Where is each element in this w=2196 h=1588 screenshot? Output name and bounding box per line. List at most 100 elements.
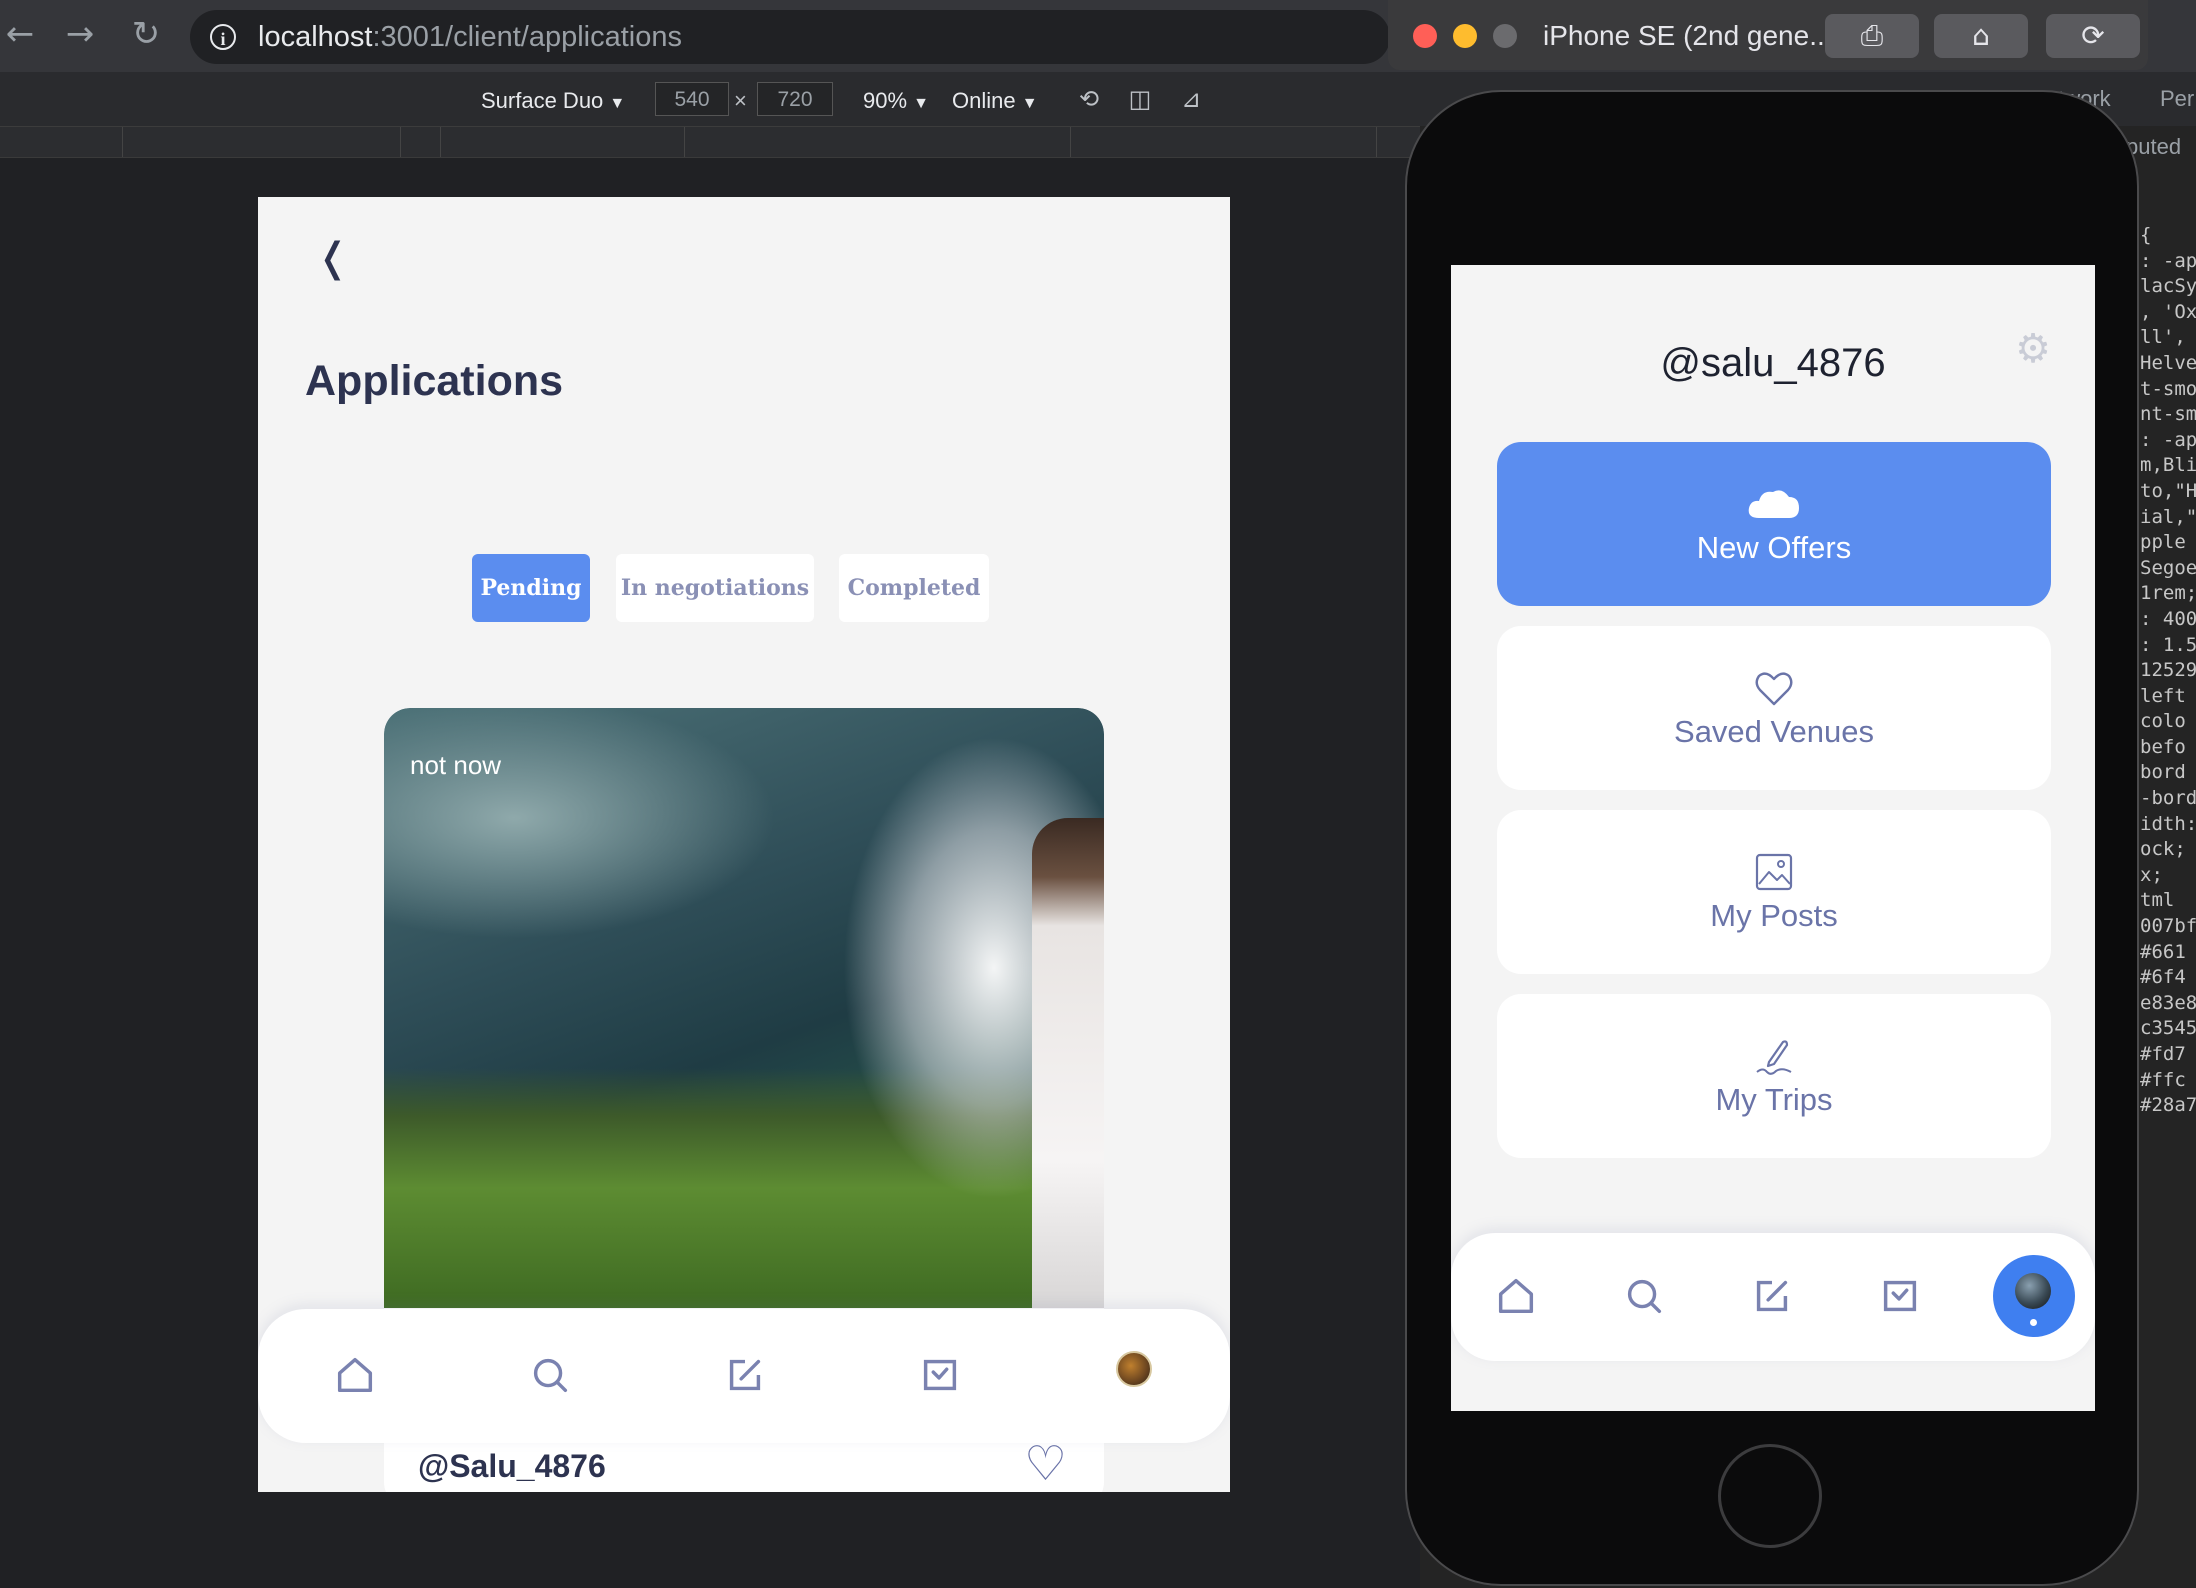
width-input[interactable]: 540: [655, 82, 729, 116]
code-line: ial,": [2140, 505, 2196, 528]
reload-icon[interactable]: ↻: [128, 16, 164, 52]
inbox-check-icon[interactable]: [1877, 1273, 1923, 1319]
code-line: ock;: [2140, 838, 2186, 861]
code-line: #28a7: [2140, 1094, 2196, 1117]
url-text[interactable]: localhost:3001/client/applications: [258, 21, 682, 54]
code-line: , 'Ox: [2140, 300, 2196, 323]
network-select[interactable]: Online ▼: [952, 88, 1038, 114]
bottom-nav: [1451, 1233, 2095, 1361]
chevron-down-icon: ▼: [1021, 95, 1038, 112]
menu-label: My Trips: [1715, 1082, 1833, 1117]
home-icon[interactable]: ⌂: [1934, 14, 2028, 58]
code-line: idth:: [2140, 812, 2196, 835]
code-line: : 1.5: [2140, 633, 2196, 656]
chevron-down-icon: ▼: [913, 95, 930, 112]
forward-arrow-icon[interactable]: →: [62, 16, 98, 52]
search-icon[interactable]: [527, 1352, 573, 1398]
edit-icon[interactable]: [722, 1352, 768, 1398]
menu-label: New Offers: [1696, 530, 1852, 565]
zoom-select-label: 90%: [863, 88, 908, 113]
url-host: localhost: [258, 21, 373, 53]
code-line: pple: [2140, 531, 2186, 554]
tab-completed[interactable]: Completed: [839, 554, 989, 622]
code-line: -bord: [2140, 787, 2196, 810]
dual-screen-icon[interactable]: ◫: [1125, 84, 1155, 114]
gear-icon[interactable]: ⚙: [2011, 327, 2055, 371]
card-image: [384, 708, 1104, 1308]
zoom-select[interactable]: 90% ▼: [863, 88, 929, 114]
heart-icon: [1755, 672, 1793, 706]
search-icon[interactable]: [1621, 1273, 1667, 1319]
home-icon[interactable]: [332, 1352, 378, 1398]
code-line: #661: [2140, 940, 2186, 963]
code-line: Segoe: [2140, 556, 2196, 579]
code-line: Helve: [2140, 351, 2196, 374]
screenshot-icon[interactable]: ⎙: [1825, 14, 1919, 58]
code-line: befo: [2140, 735, 2186, 758]
card-status-label: not now: [410, 750, 502, 780]
code-line: #ffc: [2140, 1068, 2186, 1091]
code-line: lacSy: [2140, 275, 2196, 298]
device-select[interactable]: Surface Duo ▼: [481, 88, 625, 114]
simulator-title: iPhone SE (2nd gene...: [1543, 20, 1833, 51]
ruler-tick: [122, 127, 123, 157]
height-input[interactable]: 720: [757, 82, 833, 116]
code-line: c3545: [2140, 1017, 2196, 1040]
zoom-window-button[interactable]: [1493, 24, 1517, 48]
active-indicator: [2030, 1319, 2037, 1326]
home-icon[interactable]: [1493, 1273, 1539, 1319]
code-line: m,Bli: [2140, 454, 2196, 477]
chevron-down-icon: ▼: [609, 95, 626, 112]
code-line: #6f4: [2140, 966, 2186, 989]
menu-label: Saved Venues: [1674, 714, 1874, 749]
menu-label: My Posts: [1710, 898, 1838, 933]
network-select-label: Online: [952, 88, 1016, 113]
styles-code: {: -ap lacSy, 'Ox ll', Helve t-smo nt-sm: -ap…: [2140, 224, 2196, 1120]
code-line: ll',: [2140, 326, 2186, 349]
url-path: :3001/client/applications: [372, 21, 683, 53]
code-line: e83e8: [2140, 991, 2196, 1014]
new-offers-button[interactable]: New Offers: [1497, 442, 2051, 606]
minimize-window-button[interactable]: [1453, 24, 1477, 48]
avatar[interactable]: [1116, 1351, 1152, 1387]
iphone-home-button[interactable]: [1718, 1444, 1822, 1548]
code-line: 007bf: [2140, 915, 2196, 938]
code-line: bord: [2140, 761, 2186, 784]
inbox-check-icon[interactable]: [917, 1352, 963, 1398]
heart-icon[interactable]: ♡: [1024, 1436, 1067, 1492]
avatar: [2015, 1273, 2051, 1309]
profile-handle: @salu_4876: [1660, 341, 1886, 385]
code-line: x;: [2140, 863, 2163, 886]
back-chevron-icon[interactable]: ❬: [316, 235, 350, 281]
tab-pending[interactable]: Pending: [472, 554, 590, 622]
rotate-icon[interactable]: ⟳: [2046, 14, 2140, 58]
code-line: 1rem;: [2140, 582, 2196, 605]
iphone-screen: @salu_4876 ⚙ New Offers Saved Venues My …: [1451, 265, 2095, 1411]
devtools-tab-performance[interactable]: Per: [2160, 86, 2194, 112]
card-name: @Salu_4876: [418, 1448, 606, 1484]
device-select-label: Surface Duo: [481, 88, 604, 113]
tab-in-negotiations[interactable]: In negotiations: [616, 554, 814, 622]
code-line: : 400: [2140, 607, 2196, 630]
close-window-button[interactable]: [1413, 24, 1437, 48]
edit-icon[interactable]: [1749, 1273, 1795, 1319]
back-arrow-icon[interactable]: ←: [2, 16, 38, 52]
pen-icon: [1756, 1040, 1792, 1075]
code-line: to,"H: [2140, 479, 2196, 502]
code-line: {: [2140, 224, 2152, 246]
code-line: : -ap: [2140, 249, 2196, 272]
my-posts-button[interactable]: My Posts: [1497, 810, 2051, 974]
code-line: left: [2140, 684, 2186, 707]
code-line: t-smo: [2140, 377, 2196, 400]
ruler-tick: [1376, 127, 1377, 157]
profile-nav-button[interactable]: [1993, 1255, 2075, 1337]
rotate-icon[interactable]: ⟲: [1074, 84, 1104, 114]
experimental-icon[interactable]: ⊿: [1176, 84, 1206, 114]
info-icon[interactable]: i: [210, 24, 236, 50]
ruler-tick: [684, 127, 685, 157]
dimension-separator: ×: [734, 88, 747, 113]
device-viewport: ❬ Applications Pending In negotiations C…: [258, 197, 1230, 1492]
saved-venues-button[interactable]: Saved Venues: [1497, 626, 2051, 790]
my-trips-button[interactable]: My Trips: [1497, 994, 2051, 1158]
code-line: #fd7: [2140, 1043, 2186, 1065]
